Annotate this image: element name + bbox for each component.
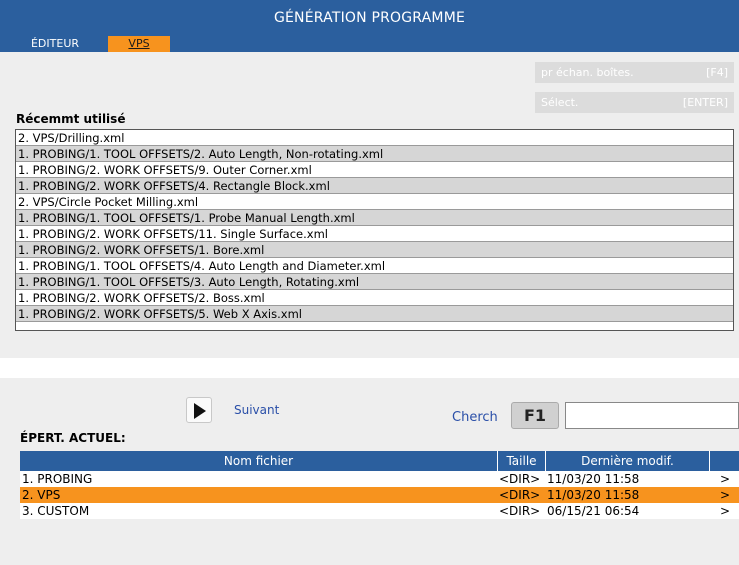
window-title: GÉNÉRATION PROGRAMME [0,0,739,36]
play-icon [194,403,206,419]
select-button[interactable]: Sélect. [ENTER] [535,92,734,113]
table-row[interactable]: 3. CUSTOM <DIR> 06/15/21 06:54 > [20,503,739,519]
file-name-cell: 1. PROBING [22,472,93,486]
table-body: 1. PROBING <DIR> 11/03/20 11:58 >2. VPS <DIR… [20,471,739,519]
recent-file-item[interactable]: 1. PROBING/2. WORK OFFSETS/4. Rectangle … [16,178,733,194]
file-size-cell: <DIR> [499,472,541,486]
enter-key-hint: [ENTER] [682,96,728,109]
recent-file-item[interactable]: 1. PROBING/1. TOOL OFFSETS/1. Probe Manu… [16,210,733,226]
row-arrow-icon: > [720,472,731,486]
recent-file-item[interactable]: 1. PROBING/2. WORK OFFSETS/11. Single Su… [16,226,733,242]
recent-file-item[interactable]: 1. PROBING/2. WORK OFFSETS/5. Web X Axis… [16,306,733,322]
table-row[interactable]: 1. PROBING <DIR> 11/03/20 11:58 > [20,471,739,487]
recent-label: Récemmt utilisé [16,112,126,126]
col-header-size[interactable]: Taille [497,451,545,471]
recent-file-item[interactable]: 1. PROBING/1. TOOL OFFSETS/4. Auto Lengt… [16,258,733,274]
file-size-cell: <DIR> [499,504,541,518]
file-size-cell: <DIR> [499,488,541,502]
file-modified-cell: 11/03/20 11:58 [547,488,640,502]
file-modified-cell: 11/03/20 11:58 [547,472,640,486]
file-modified-cell: 06/15/21 06:54 [547,504,640,518]
file-table: Nom fichier Taille Dernière modif. 1. PR… [20,451,739,519]
table-header: Nom fichier Taille Dernière modif. [20,451,739,471]
recent-file-item[interactable]: 1. PROBING/2. WORK OFFSETS/2. Boss.xml [16,290,733,306]
select-label: Sélect. [541,96,579,109]
col-header-modified[interactable]: Dernière modif. [545,451,709,471]
recent-file-item[interactable]: 2. VPS/Circle Pocket Milling.xml [16,194,733,210]
tab-editor[interactable]: ÉDITEUR [10,36,100,52]
tab-vps[interactable]: VPS [108,36,170,52]
recent-file-item[interactable]: 1. PROBING/1. TOOL OFFSETS/3. Auto Lengt… [16,274,733,290]
recent-file-item[interactable]: 2. VPS/Drilling.xml [16,130,733,146]
tab-bar: ÉDITEUR VPS [0,36,739,52]
row-arrow-icon: > [720,504,731,518]
recent-file-item[interactable]: 1. PROBING/1. TOOL OFFSETS/2. Auto Lengt… [16,146,733,162]
f4-key-hint: [F4] [706,66,728,79]
recent-file-item[interactable]: 1. PROBING/2. WORK OFFSETS/9. Outer Corn… [16,162,733,178]
f1-search-button[interactable]: F1 [511,402,559,429]
search-input[interactable] [565,402,739,429]
next-label[interactable]: Suivant [234,403,279,417]
row-arrow-icon: > [720,488,731,502]
search-label: Cherch [452,410,498,425]
recent-files-list[interactable]: 2. VPS/Drilling.xml 1. PROBING/1. TOOL OF… [15,129,734,331]
vps-panel: pr échan. boîtes. [F4] Sélect. [ENTER] R… [0,52,739,358]
col-header-filename[interactable]: Nom fichier [20,451,497,471]
file-name-cell: 3. CUSTOM [22,504,90,518]
sample-boxes-button[interactable]: pr échan. boîtes. [F4] [535,62,734,83]
table-row[interactable]: 2. VPS <DIR> 11/03/20 11:58 > [20,487,739,503]
file-browser: Suivant Cherch F1 ÉPERT. ACTUEL: Nom fic… [0,378,739,565]
col-header-arrow [709,451,739,471]
file-name-cell: 2. VPS [22,488,61,502]
current-directory-label: ÉPERT. ACTUEL: [20,431,126,445]
sample-boxes-label: pr échan. boîtes. [541,66,634,79]
next-button[interactable] [186,397,212,423]
recent-file-item[interactable]: 1. PROBING/2. WORK OFFSETS/1. Bore.xml [16,242,733,258]
